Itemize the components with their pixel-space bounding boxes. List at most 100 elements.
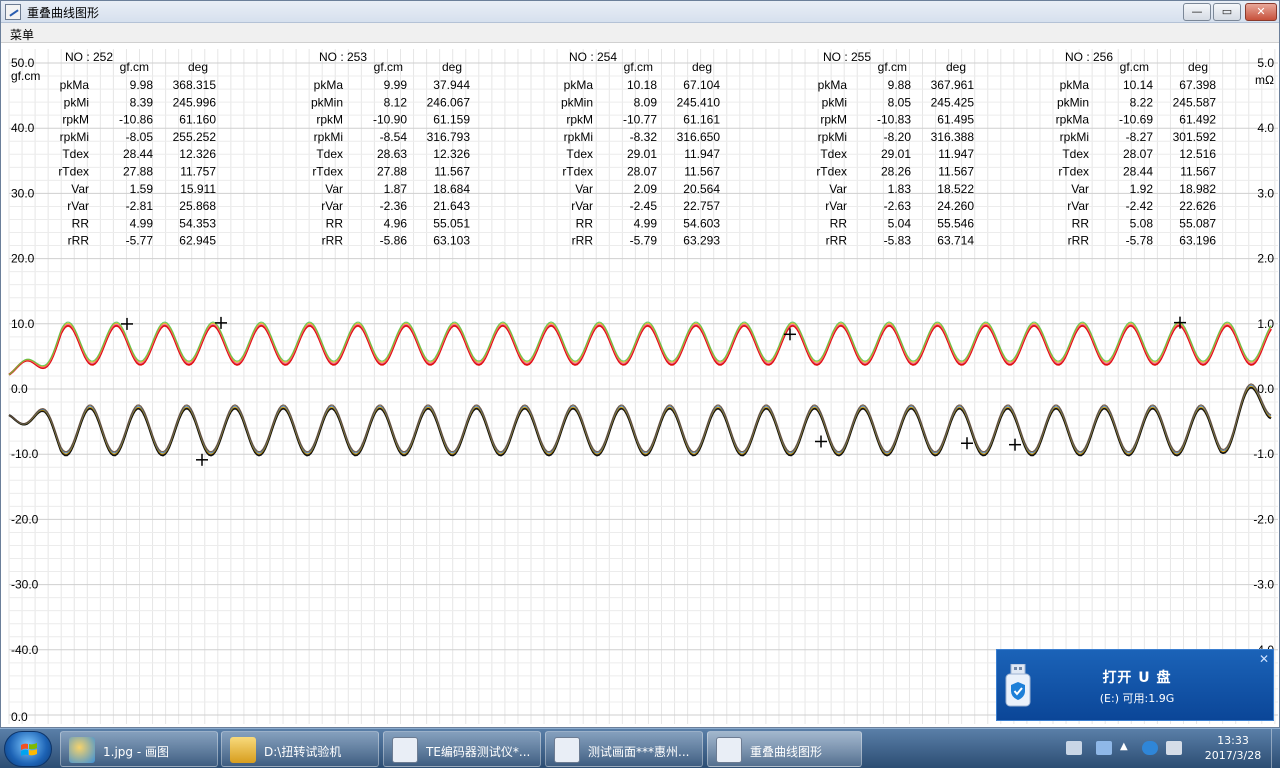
value-gfcm: -5.77 [126, 234, 154, 248]
app-window-icon [392, 737, 418, 763]
shield-icon[interactable] [1142, 741, 1158, 755]
value-deg: 15.911 [180, 182, 216, 196]
y2-tick-label: 3.0 [1257, 186, 1274, 200]
menu-item[interactable]: 菜单 [10, 26, 34, 43]
y2-tick-label: 0.0 [1257, 382, 1274, 396]
row-label: Tdex [62, 147, 89, 161]
row-label: rVar [67, 199, 89, 213]
peak-marker [1009, 438, 1021, 451]
task-overlay-curves[interactable]: 重叠曲线图形 [707, 731, 862, 767]
row-label: rpkM [820, 113, 847, 127]
speaker-icon[interactable] [1166, 741, 1182, 755]
value-gfcm: 28.44 [1123, 165, 1153, 179]
col-header-gfcm: gf.cm [120, 60, 149, 74]
value-deg: 61.160 [179, 113, 216, 127]
row-label: pkMa [60, 78, 90, 92]
row-label: pkMa [564, 78, 594, 92]
value-gfcm: 8.22 [1130, 95, 1154, 109]
value-gfcm: 8.39 [130, 95, 154, 109]
col-header-gfcm: gf.cm [374, 60, 403, 74]
value-deg: 55.051 [433, 216, 470, 230]
task-label: 重叠曲线图形 [750, 745, 823, 759]
measurement-block: NO : 256 gf.cm deg pkMa 10.14 67.398 pkMin 8.22… [1056, 50, 1217, 248]
row-label: pkMi [64, 95, 89, 109]
value-gfcm: 9.88 [888, 78, 912, 92]
measurement-no: NO : 252 [65, 50, 113, 64]
value-deg: 54.603 [683, 216, 720, 230]
row-label: Tdex [820, 147, 847, 161]
value-gfcm: 8.05 [888, 95, 912, 109]
start-button[interactable] [4, 731, 52, 767]
title-bar[interactable]: 重叠曲线图形 — ▭ ✕ [1, 1, 1279, 23]
value-deg: 18.684 [433, 182, 470, 196]
row-label: rVar [321, 199, 343, 213]
value-deg: 55.546 [937, 216, 974, 230]
show-desktop-button[interactable] [1271, 729, 1280, 769]
value-gfcm: 28.07 [1123, 147, 1153, 161]
row-label: rpkMi [564, 130, 593, 144]
plot-area: 50.0 40.0 30.0 20.0 10.0 0.0 -10.0 -20.0 -30.0 -4… [1, 44, 1280, 729]
col-header-deg: deg [946, 60, 966, 74]
y2-tick-label: -1.0 [1253, 447, 1274, 461]
value-deg: 62.945 [179, 234, 216, 248]
usb-tray-icon[interactable] [1096, 741, 1112, 755]
close-button[interactable]: ✕ [1245, 3, 1277, 21]
measurement-block: NO : 252 gf.cm deg pkMa 9.98 368.315 pkMi 8.39 2… [58, 50, 216, 248]
value-gfcm: -2.81 [126, 199, 154, 213]
row-label: rTdex [562, 165, 593, 179]
y2-tick-label: 1.0 [1257, 317, 1274, 331]
value-deg: 11.947 [938, 147, 974, 161]
value-deg: 18.982 [1179, 182, 1216, 196]
value-deg: 63.714 [937, 234, 974, 248]
measurement-no: NO : 256 [1065, 50, 1113, 64]
task-folder[interactable]: D:\扭转试验机 [221, 731, 379, 767]
notification-info: (E:) 可用:1.9G [1099, 692, 1175, 705]
col-header-deg: deg [1188, 60, 1208, 74]
value-gfcm: -10.86 [119, 113, 153, 127]
measurement-no: NO : 255 [823, 50, 871, 64]
value-deg: 12.326 [179, 147, 216, 161]
main-window: 重叠曲线图形 — ▭ ✕ 菜单 50.0 40.0 30.0 20.0 10.0 0.0 -… [0, 0, 1280, 729]
task-encoder-tester[interactable]: TE编码器测试仪*... [383, 731, 541, 767]
row-label: rpkMa [1056, 113, 1090, 127]
value-gfcm: -2.42 [1126, 199, 1154, 213]
value-gfcm: 29.01 [881, 147, 911, 161]
y2-axis-unit: mΩ [1255, 73, 1274, 87]
col-header-gfcm: gf.cm [1120, 60, 1149, 74]
usb-notification[interactable]: 打开 U 盘 (E:) 可用:1.9G ✕ [996, 649, 1274, 721]
row-label: rRR [572, 234, 594, 248]
value-gfcm: 1.83 [888, 182, 912, 196]
value-gfcm: -2.63 [884, 199, 912, 213]
row-label: rpkMi [818, 130, 847, 144]
series-group [8, 321, 1272, 376]
task-paint[interactable]: 1.jpg - 画图 [60, 731, 218, 767]
folder-icon [230, 737, 256, 763]
minimize-button[interactable]: — [1183, 3, 1211, 21]
maximize-button[interactable]: ▭ [1213, 3, 1241, 21]
task-label: TE编码器测试仪*... [426, 745, 531, 759]
row-label: Tdex [1062, 147, 1089, 161]
row-label: rpkM [316, 113, 343, 127]
chevron-up-icon[interactable]: ▲ [1120, 741, 1130, 755]
value-gfcm: 5.08 [1130, 216, 1154, 230]
value-deg: 368.315 [173, 78, 217, 92]
value-gfcm: 9.98 [130, 78, 154, 92]
value-gfcm: 4.99 [130, 216, 154, 230]
value-deg: 12.326 [433, 147, 470, 161]
overlay-chart: 50.0 40.0 30.0 20.0 10.0 0.0 -10.0 -20.0 -30.0 -4… [8, 49, 1278, 729]
measurement-block: NO : 253 gf.cm deg pkMa 9.99 37.944 pkMin 8.12 2… [311, 50, 470, 248]
value-deg: 245.425 [931, 95, 975, 109]
task-test-screen[interactable]: 测试画面***惠州... [545, 731, 703, 767]
value-deg: 67.398 [1179, 78, 1216, 92]
keyboard-icon[interactable] [1066, 741, 1082, 755]
row-label: Tdex [566, 147, 593, 161]
row-label: RR [576, 216, 594, 230]
value-gfcm: -10.69 [1119, 113, 1153, 127]
value-deg: 63.196 [1179, 234, 1216, 248]
value-deg: 63.293 [683, 234, 720, 248]
taskbar: 1.jpg - 画图 D:\扭转试验机 TE编码器测试仪*... 测试画面***… [0, 728, 1280, 769]
close-icon[interactable]: ✕ [1257, 652, 1271, 666]
app-window-icon [716, 737, 742, 763]
clock[interactable]: 13:33 2017/3/28 [1196, 733, 1270, 763]
value-deg: 316.650 [677, 130, 721, 144]
